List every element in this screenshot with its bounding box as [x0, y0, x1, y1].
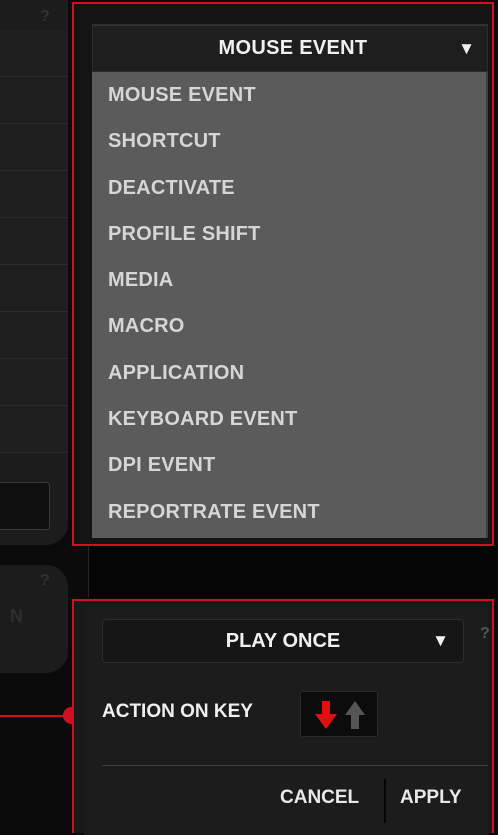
apply-button[interactable]: APPLY: [400, 787, 462, 809]
event-type-selected: MOUSE EVENT: [218, 37, 368, 59]
left-input-field[interactable]: [0, 482, 50, 530]
panel-gap: [88, 546, 497, 598]
left-row: [0, 30, 68, 77]
dropdown-arrow-icon[interactable]: ▼: [458, 39, 475, 59]
option-application[interactable]: APPLICATION: [92, 350, 486, 396]
left-row: [0, 124, 68, 171]
help-icon[interactable]: ?: [480, 625, 490, 643]
macro-options-panel: PLAY ONCE ▼ ? ACTION ON KEY CANCEL APPLY: [72, 599, 494, 835]
event-type-options-list: MOUSE EVENT SHORTCUT DEACTIVATE PROFILE …: [92, 72, 488, 538]
divider: [102, 765, 488, 766]
left-row: [0, 218, 68, 265]
macro-options-inner: PLAY ONCE ▼ ? ACTION ON KEY CANCEL APPLY: [84, 607, 490, 835]
cancel-button[interactable]: CANCEL: [280, 787, 359, 809]
arrow-down-icon[interactable]: [315, 700, 337, 730]
option-macro[interactable]: MACRO: [92, 303, 486, 349]
left-row: [0, 359, 68, 406]
left-partial-label: N: [10, 606, 23, 626]
option-keyboard-event[interactable]: KEYBOARD EVENT: [92, 396, 486, 442]
action-on-key-label: ACTION ON KEY: [102, 701, 253, 722]
left-help-icon[interactable]: ?: [40, 8, 50, 26]
left-mode-help-icon[interactable]: ?: [40, 572, 50, 590]
option-deactivate[interactable]: DEACTIVATE: [92, 165, 486, 211]
callout-connector-line: [0, 715, 72, 717]
event-type-dropdown-panel: MOUSE EVENT ▼ MOUSE EVENT SHORTCUT DEACT…: [72, 2, 494, 546]
left-row: [0, 171, 68, 218]
event-type-dropdown[interactable]: MOUSE EVENT ▼: [92, 24, 488, 72]
left-background-panel: ? ? N: [0, 0, 70, 833]
left-row: [0, 265, 68, 312]
play-mode-dropdown[interactable]: PLAY ONCE ▼: [102, 619, 464, 663]
play-mode-selected: PLAY ONCE: [225, 630, 341, 652]
option-reportrate-event[interactable]: REPORTRATE EVENT: [92, 489, 486, 535]
option-mouse-event[interactable]: MOUSE EVENT: [92, 72, 486, 118]
dropdown-arrow-icon[interactable]: ▼: [432, 631, 449, 651]
arrow-up-icon[interactable]: [345, 700, 365, 730]
option-shortcut[interactable]: SHORTCUT: [92, 118, 486, 164]
left-row: [0, 406, 68, 453]
action-on-key-toggle[interactable]: [300, 691, 378, 737]
option-dpi-event[interactable]: DPI EVENT: [92, 442, 486, 488]
option-media[interactable]: MEDIA: [92, 257, 486, 303]
left-row: [0, 312, 68, 359]
option-profile-shift[interactable]: PROFILE SHIFT: [92, 211, 486, 257]
left-row: [0, 77, 68, 124]
button-divider: [384, 779, 386, 823]
